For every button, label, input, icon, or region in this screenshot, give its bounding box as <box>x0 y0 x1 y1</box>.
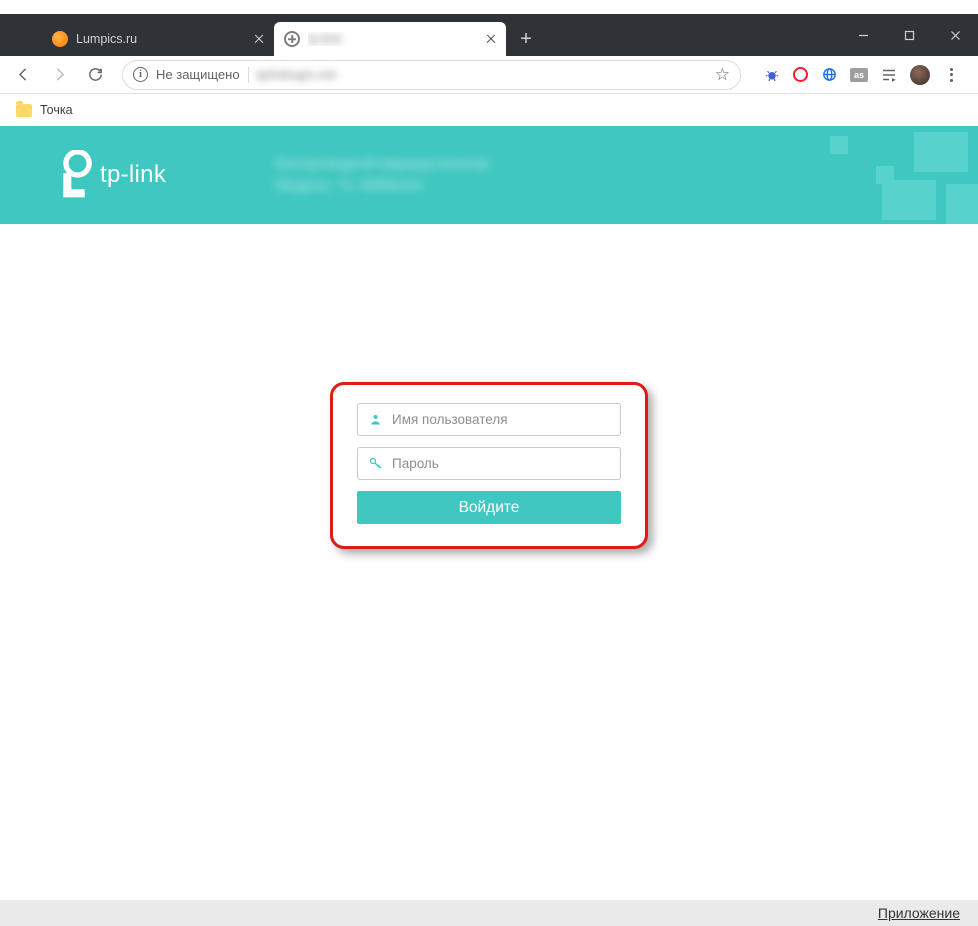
header-line-2: Модель: TL-WR841N <box>276 175 488 198</box>
router-page-header: tp-link Беспроводной маршрутизатор Модел… <box>0 126 978 224</box>
user-icon <box>368 412 383 427</box>
router-page-footer: Приложение <box>0 900 978 926</box>
nav-back-button[interactable] <box>8 60 38 90</box>
nav-reload-button[interactable] <box>80 60 110 90</box>
router-page-main: Войдите <box>0 224 978 900</box>
username-field-wrap <box>357 403 621 436</box>
footer-app-link[interactable]: Приложение <box>878 905 960 921</box>
header-line-1: Беспроводной маршрутизатор <box>276 153 488 176</box>
window-top-edge <box>0 0 978 14</box>
favicon-orange-icon <box>52 31 68 47</box>
extension-crab-icon[interactable] <box>763 66 781 84</box>
extension-globe-icon[interactable] <box>820 66 838 84</box>
new-tab-button[interactable]: + <box>512 25 540 53</box>
browser-menu-button[interactable] <box>942 66 960 84</box>
url-text: tplinklogin.net <box>257 67 337 82</box>
browser-tab-active[interactable]: tp-link <box>274 22 506 56</box>
window-close-button[interactable] <box>932 14 978 56</box>
username-input[interactable] <box>392 412 610 427</box>
close-icon[interactable] <box>486 34 496 44</box>
window-minimize-button[interactable] <box>840 14 886 56</box>
router-model-text: Беспроводной маршрутизатор Модель: TL-WR… <box>276 153 488 198</box>
extension-icons: as <box>753 65 970 85</box>
profile-avatar-icon[interactable] <box>910 65 930 85</box>
browser-toolbar: i Не защищено tplinklogin.net ☆ as <box>0 56 978 94</box>
tplink-logo: tp-link <box>54 150 166 200</box>
address-separator <box>248 67 249 83</box>
bookmark-star-icon[interactable]: ☆ <box>715 65 730 85</box>
brand-text: tp-link <box>100 161 166 189</box>
browser-tab-strip: Lumpics.ru tp-link + <box>0 14 978 56</box>
header-decoration <box>718 126 978 224</box>
tab-title: tp-link <box>308 32 486 46</box>
bookmark-item[interactable]: Точка <box>40 103 73 117</box>
address-bar[interactable]: i Не защищено tplinklogin.net ☆ <box>122 60 741 90</box>
browser-tab-lumpics[interactable]: Lumpics.ru <box>42 22 274 56</box>
nav-forward-button[interactable] <box>44 60 74 90</box>
key-icon <box>368 456 383 471</box>
login-submit-button[interactable]: Войдите <box>357 491 621 524</box>
site-info-icon[interactable]: i <box>133 67 148 82</box>
close-icon[interactable] <box>254 34 264 44</box>
login-form-highlight: Войдите <box>330 382 648 549</box>
window-maximize-button[interactable] <box>886 14 932 56</box>
password-input[interactable] <box>392 456 610 471</box>
bookmarks-bar: Точка <box>0 94 978 126</box>
security-label: Не защищено <box>156 67 240 82</box>
extension-as-badge-icon[interactable]: as <box>850 68 868 82</box>
password-field-wrap <box>357 447 621 480</box>
extension-playlist-icon[interactable] <box>880 66 898 84</box>
extension-opera-icon[interactable] <box>793 67 808 82</box>
folder-icon <box>16 104 32 117</box>
tab-title: Lumpics.ru <box>76 32 254 46</box>
window-controls <box>840 14 978 56</box>
favicon-globe-icon <box>284 31 300 47</box>
